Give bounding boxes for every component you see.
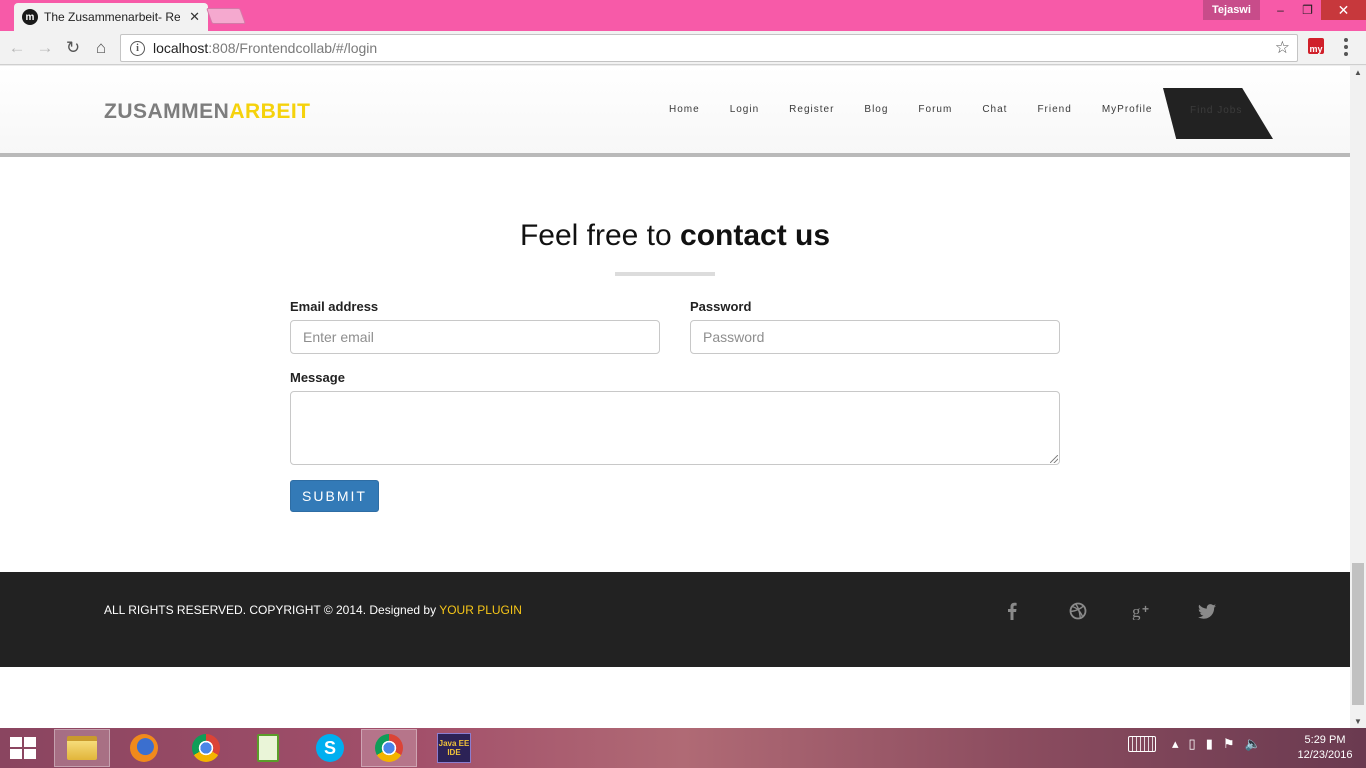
nav-forum[interactable]: Forum [918, 104, 952, 115]
scroll-down-arrow-icon[interactable]: ▼ [1354, 717, 1362, 726]
copyright-text: ALL RIGHTS RESERVED. COPYRIGHT © 2014. D… [104, 603, 522, 617]
contact-heading-bold: contact us [680, 219, 831, 252]
google-plus-icon[interactable]: g + [1132, 600, 1154, 622]
site-logo[interactable]: ZUSAMMENARBEIT [104, 100, 311, 124]
brand-part2: ARBEIT [229, 100, 311, 123]
message-label: Message [290, 370, 345, 385]
password-field[interactable] [690, 320, 1060, 354]
site-footer: ALL RIGHTS RESERVED. COPYRIGHT © 2014. D… [0, 572, 1350, 667]
file-explorer-icon[interactable] [54, 729, 110, 767]
taskbar-clock[interactable]: 5:29 PM 12/23/2016 [1290, 733, 1360, 763]
profile-name-badge[interactable]: Tejaswi [1203, 0, 1260, 20]
brand-part1: ZUSAMMEN [104, 100, 230, 123]
browser-tabstrip: m The Zusammenarbeit- Re ✕ Tejaswi – ❐ ✕ [0, 0, 1366, 31]
firefox-icon[interactable] [116, 729, 172, 767]
java-ee-ide-label: Java EE IDE [437, 733, 471, 763]
scroll-up-arrow-icon[interactable]: ▲ [1354, 68, 1362, 77]
browser-tab[interactable]: m The Zusammenarbeit- Re ✕ [14, 3, 208, 31]
chrome-icon[interactable] [178, 729, 234, 767]
extension-icon[interactable]: my [1308, 38, 1324, 54]
browser-menu-icon[interactable] [1340, 38, 1352, 56]
dribbble-icon[interactable] [1067, 600, 1089, 622]
message-textarea[interactable] [290, 391, 1060, 465]
clock-time: 5:29 PM [1304, 734, 1346, 746]
email-label: Email address [290, 299, 379, 314]
twitter-icon[interactable] [1196, 600, 1218, 622]
designer-link[interactable]: YOUR PLUGIN [439, 603, 522, 617]
nav-home[interactable]: Home [669, 104, 700, 115]
notepad-plus-icon[interactable] [240, 729, 296, 767]
java-ee-ide-icon[interactable]: Java EE IDE [426, 729, 482, 767]
submit-button[interactable]: SUBMIT [290, 480, 379, 512]
svg-text:+: + [1142, 602, 1149, 616]
volume-icon[interactable]: 🔈 [1245, 736, 1261, 752]
nav-blog[interactable]: Blog [864, 104, 888, 115]
nav-login[interactable]: Login [730, 104, 759, 115]
close-window-button[interactable]: ✕ [1321, 0, 1366, 20]
windows-start-button[interactable] [10, 737, 36, 759]
address-bar[interactable]: i localhost :808/Frontendcollab/#/login … [120, 34, 1298, 62]
restore-button[interactable]: ❐ [1294, 0, 1321, 20]
touch-keyboard-icon[interactable] [1128, 736, 1156, 752]
skype-icon[interactable]: S [302, 729, 358, 767]
window-controls: – ❐ ✕ [1267, 0, 1366, 20]
contact-heading-light: Feel free to [519, 219, 681, 252]
bookmark-star-icon[interactable]: ☆ [1275, 38, 1290, 58]
show-hidden-icons-icon[interactable]: ▴ [1172, 736, 1179, 752]
main-nav: Home Login Register Blog Forum Chat Frie… [669, 104, 1183, 115]
site-favicon-icon: m [22, 9, 38, 25]
action-center-flag-icon[interactable]: ⚑ [1223, 736, 1235, 752]
find-jobs-button[interactable]: Find Jobs [1163, 88, 1273, 139]
site-info-icon[interactable]: i [130, 40, 145, 56]
url-host: localhost [153, 40, 209, 56]
page-scrollbar[interactable]: ▲ ▼ [1350, 66, 1366, 728]
email-field[interactable] [290, 320, 660, 354]
contact-heading: Feel free to contact us [0, 219, 1350, 253]
tab-close-icon[interactable]: ✕ [189, 9, 200, 25]
textarea-resize-handle[interactable] [1050, 455, 1058, 463]
device-icon[interactable]: ▯ [1189, 736, 1196, 752]
password-label: Password [690, 299, 752, 314]
new-tab-button[interactable] [206, 8, 246, 24]
windows-taskbar: S Java EE IDE ▴ ▯ ▮ ⚑ 🔈 5:29 PM 12/23/20… [0, 728, 1366, 768]
minimize-button[interactable]: – [1267, 0, 1294, 20]
heading-divider [615, 272, 715, 276]
back-arrow-icon[interactable]: ← [6, 37, 28, 59]
url-path: :808/Frontendcollab/#/login [208, 40, 378, 56]
find-jobs-label: Find Jobs [1190, 105, 1243, 116]
scrollbar-thumb[interactable] [1352, 563, 1364, 705]
chrome-icon[interactable] [361, 729, 417, 767]
site-header: ZUSAMMENARBEIT Home Login Register Blog … [0, 66, 1350, 157]
facebook-icon[interactable] [1001, 600, 1023, 622]
nav-chat[interactable]: Chat [982, 104, 1007, 115]
tab-title: The Zusammenarbeit- Re [44, 10, 180, 24]
clock-date: 12/23/2016 [1297, 749, 1353, 761]
nav-myprofile[interactable]: MyProfile [1102, 104, 1153, 115]
home-icon[interactable]: ⌂ [90, 37, 112, 59]
page-viewport: ZUSAMMENARBEIT Home Login Register Blog … [0, 66, 1350, 728]
svg-text:g: g [1132, 602, 1141, 620]
network-icon[interactable]: ▮ [1206, 736, 1213, 752]
reload-icon[interactable]: ↻ [62, 37, 84, 59]
copyright-label: ALL RIGHTS RESERVED. COPYRIGHT © 2014. D… [104, 603, 440, 617]
browser-toolbar: ← → ↻ ⌂ i localhost :808/Frontendcollab/… [0, 31, 1366, 65]
nav-friend[interactable]: Friend [1037, 104, 1071, 115]
nav-register[interactable]: Register [789, 104, 834, 115]
system-tray: ▴ ▯ ▮ ⚑ 🔈 [1128, 736, 1271, 752]
forward-arrow-icon[interactable]: → [34, 37, 56, 59]
